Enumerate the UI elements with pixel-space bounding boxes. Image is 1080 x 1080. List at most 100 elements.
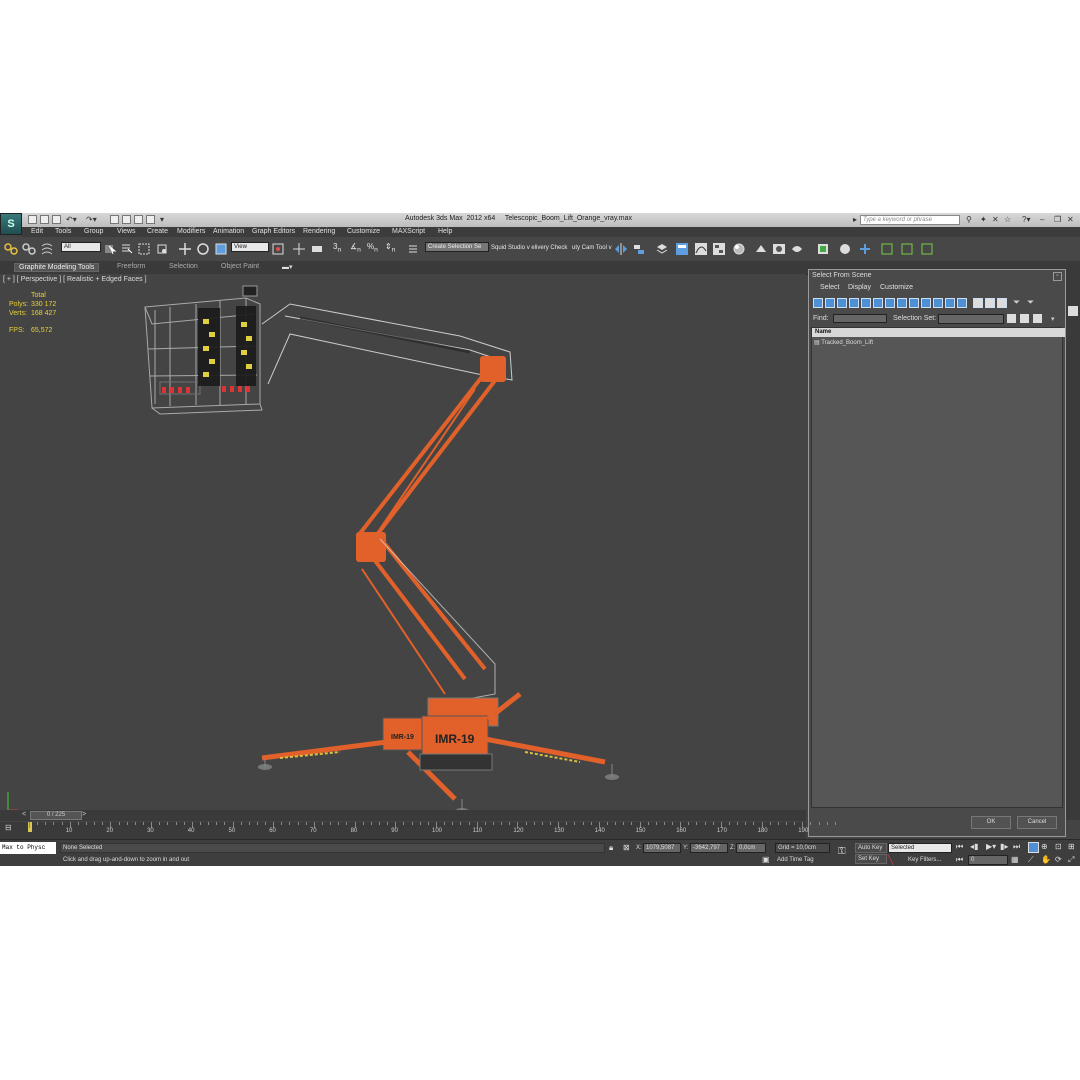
absolute-mode-icon[interactable]: ⊠ (623, 843, 630, 852)
auto-key-button[interactable]: Auto Key (855, 843, 887, 853)
curve-editor-icon[interactable] (694, 242, 708, 256)
key-mode-toggle-icon[interactable]: ⏮ (956, 855, 963, 865)
dialog-close-icon[interactable]: ▫ (1053, 272, 1062, 281)
manage-layers-icon[interactable] (655, 242, 669, 256)
expand-search-icon[interactable]: ▸ (853, 215, 857, 224)
edit-named-selection-icon[interactable] (406, 242, 420, 256)
zoom-extents-all-icon[interactable]: ⊞ (1068, 842, 1075, 851)
pan-view-icon[interactable]: ✋ (1041, 855, 1051, 864)
display-none-icon[interactable] (973, 298, 983, 308)
menu-animation[interactable]: Animation (213, 228, 244, 235)
snaps-toggle-icon[interactable]: 3n (333, 242, 341, 254)
display-geometry-icon[interactable] (813, 298, 823, 308)
customize-quick-access-icon[interactable]: ▾ (160, 215, 164, 224)
dialog-menu-display[interactable]: Display (848, 284, 871, 291)
schematic-view-icon[interactable] (712, 242, 726, 256)
zoom-viewport-icon[interactable] (1028, 842, 1039, 853)
zoom-all-icon[interactable]: ⊕ (1041, 842, 1048, 851)
quick-access-icon-3[interactable] (146, 215, 155, 224)
next-frame-icon[interactable]: ▮▸ (1000, 842, 1008, 851)
vray-frame-buffer-icon[interactable] (816, 242, 830, 256)
menu-tools[interactable]: Tools (55, 228, 71, 235)
redo-icon[interactable]: ↷▾ (86, 215, 97, 224)
ok-button[interactable]: OK (971, 816, 1011, 829)
close-icon[interactable]: ✕ (1067, 215, 1074, 224)
rectangular-selection-region-icon[interactable] (137, 242, 151, 256)
time-slider-thumb[interactable]: 0 / 225 (30, 811, 82, 820)
add-time-tag-button[interactable]: Add Time Tag (777, 857, 814, 863)
display-frozen-icon[interactable] (933, 298, 943, 308)
display-invert-icon[interactable] (985, 298, 995, 308)
scene-object-list[interactable]: Name ▤ Tracked_Boom_Lift (811, 327, 1065, 808)
maxscript-listener-input[interactable]: Max to Physc (0, 842, 56, 854)
menu-maxscript[interactable]: MAXScript (392, 228, 425, 235)
display-space-warps-icon[interactable] (873, 298, 883, 308)
menu-rendering[interactable]: Rendering (303, 228, 335, 235)
select-and-move-icon[interactable] (178, 242, 192, 256)
display-all-icon[interactable] (957, 298, 967, 308)
menu-create[interactable]: Create (147, 228, 168, 235)
align-icon[interactable] (632, 242, 646, 256)
script-button-cam-tool[interactable]: uty Cam Tool v (572, 245, 612, 251)
set-key-icon[interactable]: ⚿ (838, 846, 846, 857)
display-hidden-icon[interactable] (945, 298, 955, 308)
remove-selection-set-icon[interactable] (1020, 314, 1029, 323)
edit-selection-set-icon[interactable] (1033, 314, 1042, 323)
minimize-icon[interactable]: – (1040, 215, 1044, 224)
current-frame-field[interactable]: 0 (968, 855, 1008, 865)
mirror-icon[interactable] (614, 242, 628, 256)
select-and-manipulate-icon[interactable] (292, 242, 306, 256)
selection-set-dropdown[interactable] (938, 314, 1004, 324)
toolbar-script-icon-3[interactable] (880, 242, 894, 256)
key-mode-dropdown[interactable]: Selected (888, 843, 952, 853)
go-to-start-icon[interactable]: ⏮ (956, 842, 963, 852)
toolbar-script-icon-5[interactable] (920, 242, 934, 256)
command-panel-tab-icon[interactable] (1068, 306, 1078, 316)
list-item[interactable]: ▤ Tracked_Boom_Lift (814, 339, 873, 346)
display-containers-icon[interactable] (921, 298, 931, 308)
menu-group[interactable]: Group (84, 228, 103, 235)
render-setup-icon[interactable] (754, 242, 768, 256)
time-slider[interactable]: 0 / 225 < > (0, 810, 806, 821)
toolbar-script-icon-1[interactable] (838, 242, 852, 256)
perspective-viewport[interactable]: [ + ] [ Perspective ] [ Realistic + Edge… (0, 274, 806, 820)
key-filters-icon[interactable]: ╲ (888, 855, 893, 866)
create-selection-set-icon[interactable] (1007, 314, 1016, 323)
open-file-icon[interactable] (40, 215, 49, 224)
play-icon[interactable]: ▶▾ (986, 842, 996, 851)
display-cameras-icon[interactable] (849, 298, 859, 308)
menu-help[interactable]: Help (438, 228, 452, 235)
dialog-menu-select[interactable]: Select (820, 284, 839, 291)
quick-access-icon-2[interactable] (134, 215, 143, 224)
x-coordinate-field[interactable]: 1079,5087 (643, 843, 681, 853)
menu-modifiers[interactable]: Modifiers (177, 228, 205, 235)
tab-graphite-modeling-tools[interactable]: Graphite Modeling Tools (14, 263, 100, 272)
select-and-scale-icon[interactable] (214, 242, 228, 256)
restore-icon[interactable]: ❐ (1054, 215, 1061, 224)
bind-to-space-warp-icon[interactable] (40, 242, 54, 256)
toolbar-script-icon-2[interactable] (858, 242, 872, 256)
display-helpers-icon[interactable] (861, 298, 871, 308)
previous-frame-icon[interactable]: ◂▮ (970, 842, 978, 851)
unlink-selection-icon[interactable] (22, 242, 36, 256)
time-slider-next-icon[interactable]: > (82, 811, 86, 818)
communication-icon[interactable]: ✕ (992, 215, 999, 224)
render-production-icon[interactable] (790, 242, 804, 256)
binoculars-icon[interactable]: ⚲ (966, 215, 972, 224)
new-file-icon[interactable] (28, 215, 37, 224)
save-file-icon[interactable] (52, 215, 61, 224)
search-input[interactable]: Type a keyword or phrase (860, 215, 960, 225)
tab-freeform[interactable]: Freeform (117, 263, 145, 270)
menu-views[interactable]: Views (117, 228, 136, 235)
sync-selection-icon[interactable] (997, 298, 1007, 308)
reference-coordinate-dropdown[interactable]: View (231, 242, 269, 252)
use-pivot-point-center-icon[interactable] (271, 242, 285, 256)
menu-customize[interactable]: Customize (347, 228, 380, 235)
display-bones-icon[interactable] (909, 298, 919, 308)
zoom-extents-icon[interactable]: ⊡ (1055, 842, 1062, 851)
go-to-end-icon[interactable]: ⏭ (1013, 842, 1020, 852)
boom-lift-model[interactable]: IMR-19 IMR-19 (0, 274, 806, 820)
cancel-button[interactable]: Cancel (1017, 816, 1057, 829)
y-coordinate-field[interactable]: -3642,797 (690, 843, 728, 853)
spinner-snap-icon[interactable]: ⇕n (385, 242, 395, 254)
